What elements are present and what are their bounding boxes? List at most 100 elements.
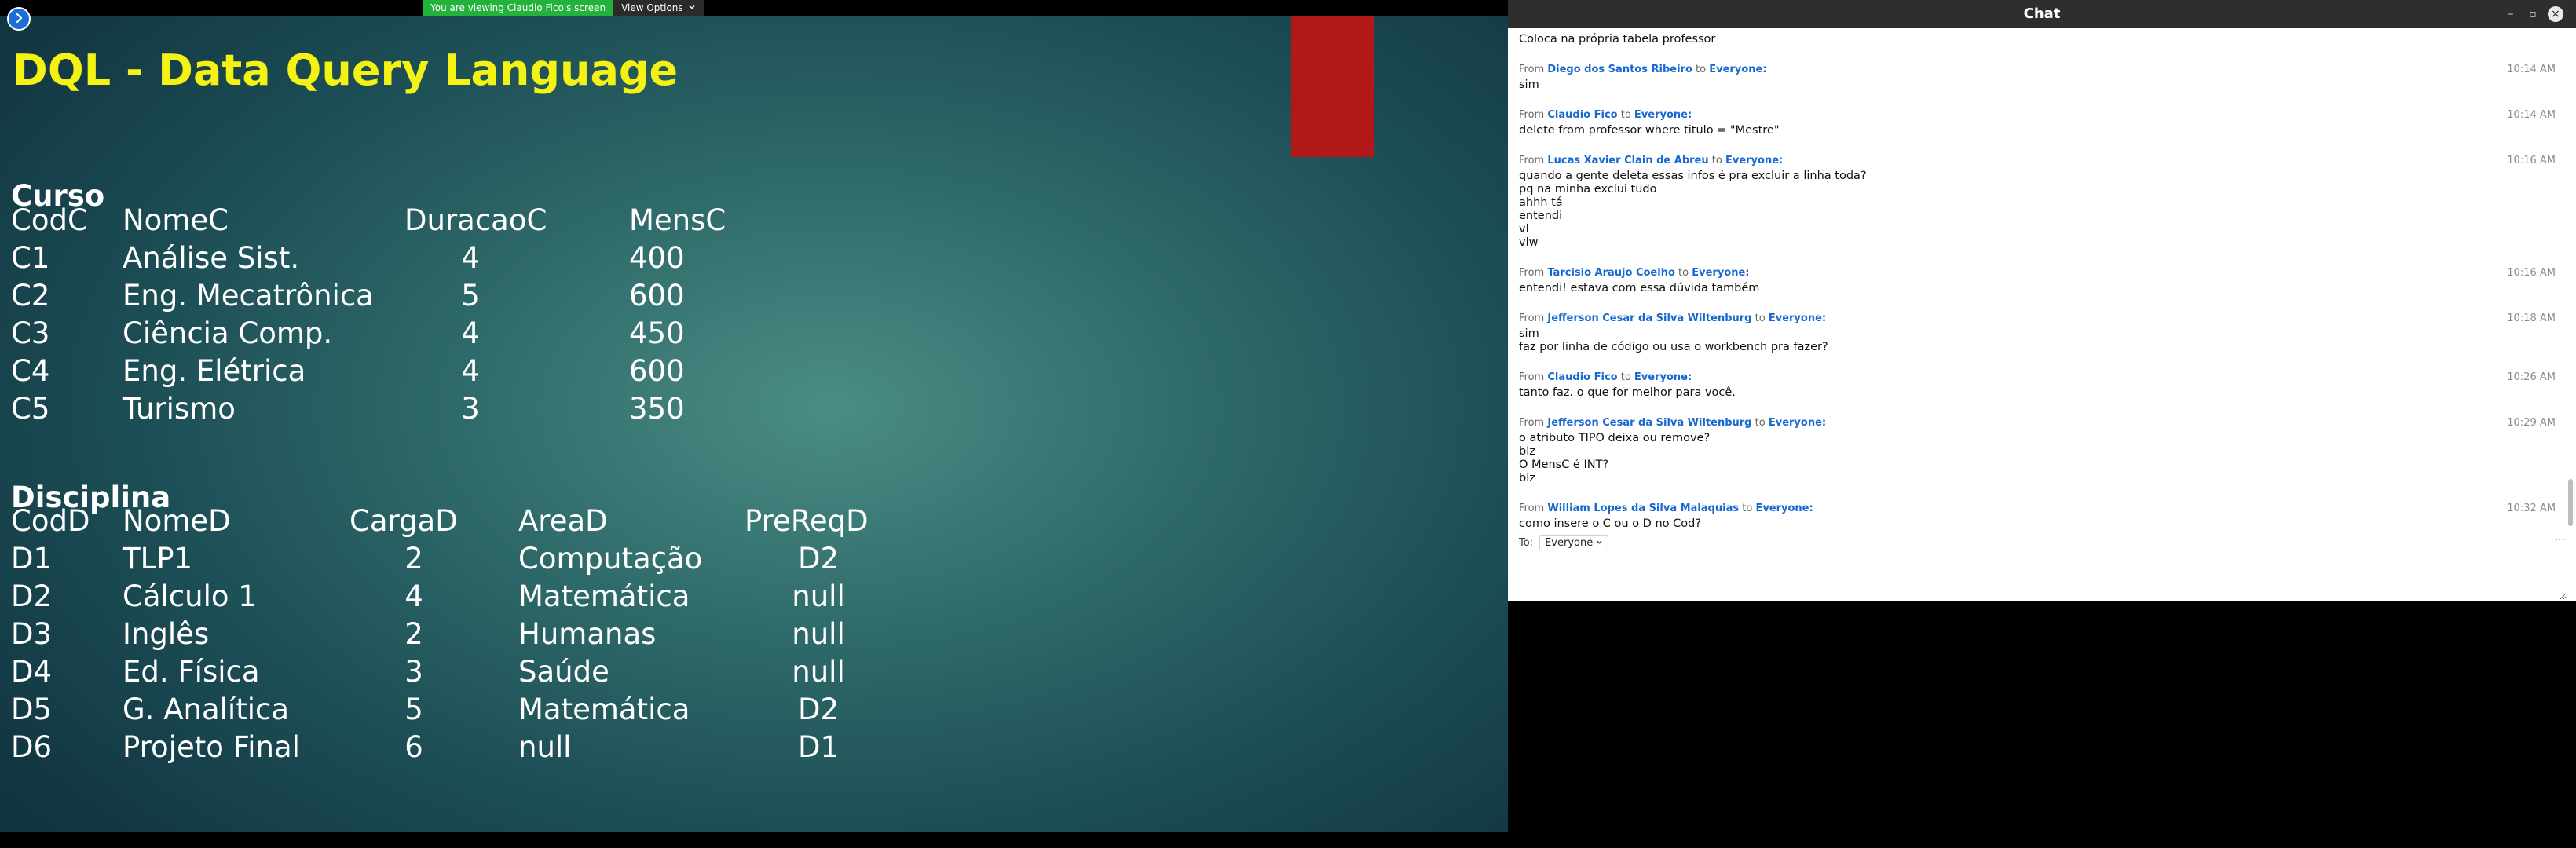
message-sender[interactable]: Tarcisio Araujo Coelho [1547,267,1675,279]
curso-cell: 4 [461,354,480,388]
curso-cell: 600 [629,354,685,388]
message-text: delete from professor where titulo = "Me… [1519,124,1780,137]
minimize-icon: – [2508,8,2514,20]
recipient-value: Everyone [1545,536,1594,549]
disciplina-cell: D1 [797,730,840,764]
disciplina-cell: TLP1 [123,542,193,576]
disciplina-cell: 3 [404,655,423,689]
message-header: From Jefferson Cesar da Silva Wiltenburg… [1519,310,2556,327]
curso-cell: Análise Sist. [123,241,300,275]
curso-cell: 600 [629,279,685,313]
from-label: From [1519,109,1545,121]
chat-scrollbar[interactable] [2568,479,2573,526]
message-timestamp: 10:32 AM [2507,503,2556,514]
chat-message: From Diego dos Santos Ribeiro to Everyon… [1519,61,2556,92]
curso-cell: 4 [461,241,480,275]
curso-table-row: C5 Turismo 3 350 [11,390,953,428]
curso-cell: 5 [461,279,480,313]
disciplina-cell: D5 [11,693,53,726]
chat-message-list[interactable]: Coloca na própria tabela professor From D… [1508,28,2576,528]
curso-cell: Turismo [123,392,236,426]
recipient-row: To: Everyone [1519,534,1609,551]
from-label: From [1519,417,1545,429]
view-options-button[interactable]: View Options [613,0,704,16]
disciplina-cell: 4 [404,579,423,613]
chat-message: From Tarcisio Araujo Coelho to Everyone:… [1519,265,2556,295]
recipient-select[interactable]: Everyone [1539,535,1609,550]
disciplina-cell: D3 [11,617,53,651]
to-word: to [1711,155,1722,166]
disciplina-cell: null [792,579,845,613]
message-text: o atributo TIPO deixa ou remove? [1519,432,1711,444]
message-header: From Lucas Xavier Clain de Abreu to Ever… [1519,152,2556,170]
chat-titlebar: Chat – ▫ × [1508,0,2576,28]
disciplina-cell: D6 [11,730,53,764]
message-text: O MensC é INT? [1519,459,1609,471]
slide-decoration-bar [1291,16,1374,157]
message-text: blz [1519,445,1535,458]
message-header: From Claudio Fico to Everyone: 10:14 AM [1519,107,2556,124]
viewing-status-label: You are viewing Claudio Fico's screen [423,0,614,16]
chat-message: Coloca na própria tabela professor [1519,33,2556,46]
message-sender[interactable]: Jefferson Cesar da Silva Wiltenburg [1547,417,1751,429]
message-text: quando a gente deleta essas infos é pra … [1519,170,1867,182]
message-recipient: Everyone: [1634,109,1692,121]
curso-cell: Eng. Mecatrônica [123,279,374,313]
disciplina-cell: Humanas [518,617,657,651]
disciplina-cell: Saúde [518,655,609,689]
to-word: to [1696,64,1707,75]
to-word: to [1620,109,1631,121]
disciplina-table-row: D1 TLP1 2 Computação D2 [11,540,953,578]
disciplina-cell: D2 [797,693,840,726]
message-text: sim [1519,79,1539,91]
to-word: to [1755,417,1766,429]
minimize-button[interactable]: – [2503,6,2519,22]
message-sender[interactable]: Diego dos Santos Ribeiro [1547,64,1692,75]
chat-message: From Claudio Fico to Everyone: 10:26 AM ta… [1519,369,2556,400]
message-sender[interactable]: Claudio Fico [1547,109,1617,121]
message-timestamp: 10:14 AM [2507,109,2556,121]
disciplina-cell: null [792,655,845,689]
to-label: To: [1519,536,1534,549]
message-text: entendi [1519,210,1563,222]
disciplina-cell: D4 [11,655,53,689]
from-label: From [1519,503,1545,514]
disciplina-table-row: D6 Projeto Final 6 null D1 [11,729,953,766]
to-word: to [1755,313,1766,324]
from-label: From [1519,267,1545,279]
view-options-label: View Options [621,2,683,13]
chat-message-input[interactable] [1519,557,2567,600]
disciplina-cell: D2 [797,542,840,576]
disciplina-cell: 5 [404,693,423,726]
chevron-right-icon [13,12,24,27]
curso-cell: Ciência Comp. [123,316,333,350]
chat-message: From Jefferson Cesar da Silva Wiltenburg… [1519,415,2556,485]
message-sender[interactable]: William Lopes da Silva Malaquias [1547,503,1739,514]
curso-header-cell: MensC [629,203,726,237]
message-sender[interactable]: Claudio Fico [1547,371,1617,383]
curso-cell: 4 [461,316,480,350]
curso-header-cell: DuracaoC [404,203,547,237]
message-text: como insere o C ou o D no Cod? [1519,517,1702,528]
curso-table-row: C3 Ciência Comp. 4 450 [11,315,953,353]
curso-header-cell: CodC [11,203,88,237]
disciplina-cell: null [518,730,572,764]
message-sender[interactable]: Jefferson Cesar da Silva Wiltenburg [1547,313,1751,324]
maximize-button[interactable]: ▫ [2525,6,2541,22]
message-timestamp: 10:18 AM [2507,313,2556,324]
disciplina-table-row: D2 Cálculo 1 4 Matemática null [11,578,953,616]
disciplina-table-row: D5 G. Analítica 5 Matemática D2 [11,691,953,729]
chat-message: From Lucas Xavier Clain de Abreu to Ever… [1519,152,2556,250]
more-options-button[interactable]: ··· [2555,534,2565,546]
message-sender[interactable]: Lucas Xavier Clain de Abreu [1547,155,1708,166]
expand-button[interactable] [7,7,31,31]
disciplina-header-cell: PreReqD [745,504,869,538]
chat-message: From Jefferson Cesar da Silva Wiltenburg… [1519,310,2556,354]
disciplina-header-cell: NomeD [123,504,231,538]
curso-table-row: C2 Eng. Mecatrônica 5 600 [11,277,953,315]
close-button[interactable]: × [2548,6,2563,22]
disciplina-cell: 2 [404,542,423,576]
message-recipient: Everyone: [1768,417,1827,429]
message-timestamp: 10:14 AM [2507,64,2556,75]
curso-cell: C2 [11,279,50,313]
